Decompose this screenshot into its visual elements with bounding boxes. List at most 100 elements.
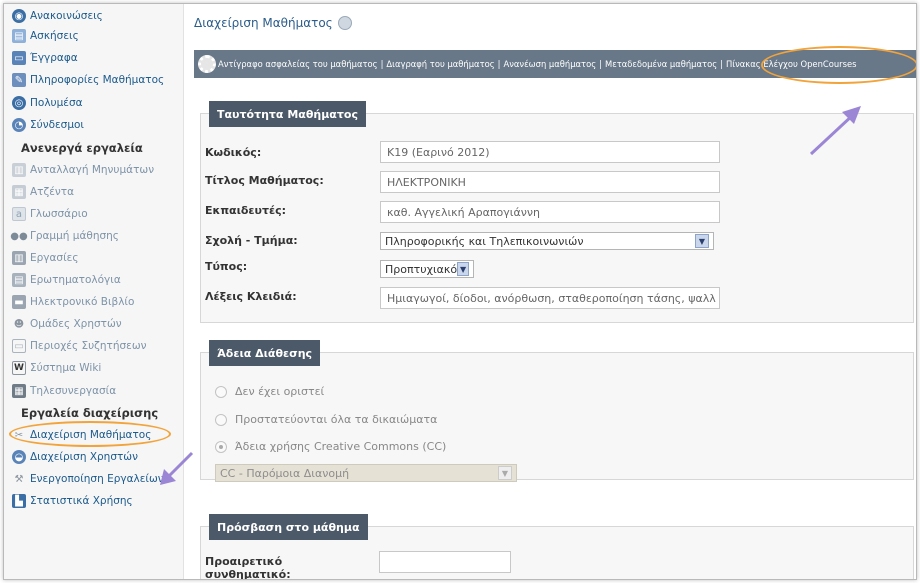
instructors-row: Εκπαιδευτές: <box>205 204 369 217</box>
user-admin-icon: ◒ <box>12 450 26 464</box>
sidebar-item-label: Ανακοινώσεις <box>30 10 103 22</box>
sidebar-item-label: Πολυμέσα <box>30 97 83 109</box>
course-metadata-link[interactable]: Μεταδεδομένα μαθήματος <box>605 59 717 69</box>
delete-course-link[interactable]: Διαγραφή του μαθήματος <box>386 59 494 69</box>
sidebar-item-questionnaire[interactable]: ▤ Ερωτηματολόγια <box>12 270 121 290</box>
teleconference-icon: ▦ <box>12 384 26 398</box>
sidebar-item-user-admin[interactable]: ◒ Διαχείριση Χρηστών <box>12 447 138 467</box>
forum-icon: ▭ <box>12 339 26 353</box>
title-label: Τίτλος Μαθήματος: <box>205 174 324 187</box>
code-field[interactable]: K19 (Εαρινό 2012) <box>380 141 720 163</box>
course-actions-toolbar: Αντίγραφο ασφαλείας του μαθήματος | Διαγ… <box>194 50 916 78</box>
separator: | <box>497 59 501 69</box>
sidebar-item-ebook[interactable]: ▬ Ηλεκτρονικό Βιβλίο <box>12 292 134 312</box>
sidebar-item-label: Ενεργοποίηση Εργαλείων <box>30 473 164 485</box>
sidebar-item-label: Περιοχές Συζητήσεων <box>30 340 147 352</box>
exercises-icon: ▤ <box>12 29 26 43</box>
cc-license-select: CC - Παρόμοια Διανομή ▼ <box>215 464 517 482</box>
title-row: Τίτλος Μαθήματος: <box>205 174 369 187</box>
sidebar: ◉ Ανακοινώσεις ▤ Ασκήσεις ▭ Έγγραφα ✎ Πλ… <box>4 4 184 579</box>
radio-label: Προστατεύονται όλα τα δικαιώματα <box>235 413 438 426</box>
sidebar-item-messages[interactable]: ▥ Ανταλλαγή Μηνυμάτων <box>12 160 154 180</box>
sidebar-item-statistics[interactable]: ▙ Στατιστικά Χρήσης <box>12 491 133 511</box>
backup-link[interactable]: Αντίγραφο ασφαλείας του μαθήματος <box>218 59 378 69</box>
sidebar-item-announcements[interactable]: ◉ Ανακοινώσεις <box>12 6 103 26</box>
sidebar-item-user-groups[interactable]: ☻ Ομάδες Χρηστών <box>12 314 122 334</box>
keywords-row: Λέξεις Κλειδιά: <box>205 290 369 303</box>
sidebar-item-label: Ομάδες Χρηστών <box>30 318 122 330</box>
sidebar-item-label: Ατζέντα <box>30 186 74 198</box>
messages-icon: ▥ <box>12 163 26 177</box>
assignments-icon: ▥ <box>12 251 26 265</box>
type-select[interactable]: Προπτυχιακό ▼ <box>380 260 474 278</box>
tools-activation-icon: ⚒ <box>14 473 24 485</box>
radio-button[interactable] <box>215 413 227 426</box>
wiki-icon: W <box>12 361 26 375</box>
glossary-icon: a <box>12 207 26 221</box>
sidebar-item-label: Στατιστικά Χρήσης <box>30 495 133 507</box>
instructors-field[interactable]: καθ. Αγγελική Αραπογιάννη <box>380 201 720 223</box>
separator: | <box>599 59 602 69</box>
opencourses-panel-link[interactable]: Πίνακας Ελέγχου OpenCourses <box>726 59 857 69</box>
sidebar-item-glossary[interactable]: a Γλωσσάριο <box>12 204 88 224</box>
documents-icon: ▭ <box>12 51 26 65</box>
license-option-all-rights[interactable]: Προστατεύονται όλα τα δικαιώματα <box>215 413 437 426</box>
sidebar-item-exercises[interactable]: ▤ Ασκήσεις <box>12 26 79 46</box>
statistics-icon: ▙ <box>12 494 26 508</box>
sidebar-item-course-info[interactable]: ✎ Πληροφορίες Μαθήματος <box>12 70 164 90</box>
sidebar-item-label: Πληροφορίες Μαθήματος <box>30 74 165 86</box>
app-window: ◉ Ανακοινώσεις ▤ Ασκήσεις ▭ Έγγραφα ✎ Πλ… <box>3 3 917 580</box>
sidebar-item-documents[interactable]: ▭ Έγγραφα <box>12 48 78 68</box>
sidebar-item-links[interactable]: ◔ Σύνδεσμοι <box>12 115 84 135</box>
course-identity-fieldset: Ταυτότητα Μαθήματος Κωδικός: K19 (Εαρινό… <box>200 101 914 323</box>
sidebar-item-label: Τηλεσυνεργασία <box>30 385 117 397</box>
keywords-field[interactable]: Ημιαγωγοί, δίοδοι, ανόρθωση, σταθεροποίη… <box>380 287 720 309</box>
help-icon[interactable] <box>337 16 352 30</box>
school-label: Σχολή - Τμήμα: <box>205 234 298 247</box>
password-field[interactable] <box>379 551 511 573</box>
type-row: Τύπος: <box>205 260 369 273</box>
sidebar-item-multimedia[interactable]: ◎ Πολυμέσα <box>12 93 83 113</box>
access-fieldset: Πρόσβαση στο μάθημα Προαιρετικό συνθηματ… <box>200 514 914 580</box>
admin-tools-heading: Εργαλεία διαχείρισης <box>21 406 159 420</box>
sidebar-item-label: Σύνδεσμοι <box>30 119 84 131</box>
sidebar-item-label: Διαχείριση Μαθήματος <box>30 429 152 441</box>
password-row: Προαιρετικό συνθηματικό: <box>205 555 369 580</box>
license-option-none[interactable]: Δεν έχει οριστεί <box>215 385 324 398</box>
refresh-course-link[interactable]: Ανανέωση μαθήματος <box>504 59 597 69</box>
sidebar-item-course-admin[interactable]: ✂ Διαχείριση Μαθήματος <box>12 425 152 445</box>
chevron-down-icon: ▼ <box>498 466 512 480</box>
license-legend: Άδεια Διάθεσης <box>209 340 321 366</box>
sidebar-item-teleconference[interactable]: ▦ Τηλεσυνεργασία <box>12 381 116 401</box>
cc-license-select-value: CC - Παρόμοια Διανομή <box>220 466 350 480</box>
sidebar-item-wiki[interactable]: W Σύστημα Wiki <box>12 358 101 378</box>
radio-button-checked[interactable] <box>215 440 227 453</box>
gear-icon <box>198 55 216 73</box>
agenda-icon: ▦ <box>12 185 26 199</box>
chevron-down-icon: ▼ <box>457 262 469 276</box>
sidebar-item-learning-path[interactable]: ●● Γραμμή μάθησης <box>10 226 119 246</box>
license-option-cc[interactable]: Άδεια χρήσης Creative Commons (CC) <box>215 440 446 453</box>
radio-button[interactable] <box>215 385 227 398</box>
sidebar-item-label: Σύστημα Wiki <box>30 362 102 374</box>
sidebar-item-label: Ερωτηματολόγια <box>30 274 121 286</box>
type-label: Τύπος: <box>205 260 248 273</box>
sidebar-item-agenda[interactable]: ▦ Ατζέντα <box>12 182 74 202</box>
chevron-down-icon: ▼ <box>695 234 709 248</box>
radio-label: Άδεια χρήσης Creative Commons (CC) <box>235 440 447 453</box>
school-select[interactable]: Πληροφορικής και Τηλεπικοινωνιών ▼ <box>380 232 714 250</box>
sidebar-item-tools-activation[interactable]: ⚒ Ενεργοποίηση Εργαλείων <box>12 469 164 489</box>
password-label: Προαιρετικό συνθηματικό: <box>205 555 291 580</box>
school-row: Σχολή - Τμήμα: <box>205 234 369 247</box>
sidebar-item-forum[interactable]: ▭ Περιοχές Συζητήσεων <box>12 336 147 356</box>
separator: | <box>720 59 723 69</box>
course-identity-legend: Ταυτότητα Μαθήματος <box>209 101 366 127</box>
sidebar-item-assignments[interactable]: ▥ Εργασίες <box>12 248 78 268</box>
questionnaire-icon: ▤ <box>12 273 26 287</box>
course-admin-icon: ✂ <box>14 429 24 441</box>
title-field[interactable]: ΗΛΕΚΤΡΟΝΙΚΗ <box>380 171 720 193</box>
inactive-tools-heading: Ανενεργά εργαλεία <box>21 141 143 155</box>
sidebar-item-label: Ηλεκτρονικό Βιβλίο <box>30 296 135 308</box>
keywords-label: Λέξεις Κλειδιά: <box>205 290 297 303</box>
sidebar-item-label: Ανταλλαγή Μηνυμάτων <box>30 164 155 176</box>
